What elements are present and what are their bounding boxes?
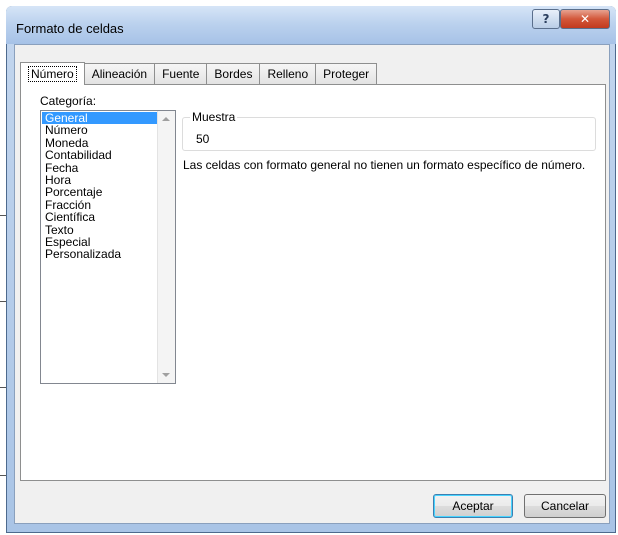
category-item-porcentaje[interactable]: Porcentaje <box>42 186 158 199</box>
format-description: Las celdas con formato general no tienen… <box>183 158 586 172</box>
tab-relleno[interactable]: Relleno <box>259 63 317 84</box>
help-button[interactable]: ? <box>532 9 560 29</box>
tab-numero[interactable]: Número <box>20 62 85 85</box>
tab-alineacion[interactable]: Alineación <box>83 63 156 84</box>
close-icon: ✕ <box>579 12 591 26</box>
category-list: General Número Moneda Contabilidad Fecha… <box>42 112 158 261</box>
cancel-button[interactable]: Cancelar <box>524 494 606 518</box>
tab-proteger[interactable]: Proteger <box>315 63 378 84</box>
ok-button[interactable]: Aceptar <box>433 494 513 518</box>
tab-bordes[interactable]: Bordes <box>206 63 261 84</box>
category-scrollbar[interactable] <box>157 111 175 383</box>
tab-fuente[interactable]: Fuente <box>154 63 208 84</box>
category-label: Categoría: <box>40 94 97 108</box>
dialog-title: Formato de celdas <box>16 21 124 36</box>
sample-value: 50 <box>196 132 210 146</box>
sample-groupbox <box>182 117 596 151</box>
scroll-up-icon[interactable] <box>162 117 170 121</box>
tab-strip: Número Alineación Fuente Bordes Relleno … <box>20 62 378 85</box>
scroll-down-icon[interactable] <box>162 373 170 377</box>
sample-label: Muestra <box>190 110 238 124</box>
category-item-cientifica[interactable]: Científica <box>42 211 158 224</box>
category-item-personalizada[interactable]: Personalizada <box>42 248 158 261</box>
category-item-numero[interactable]: Número <box>42 124 158 137</box>
category-listbox[interactable]: General Número Moneda Contabilidad Fecha… <box>40 110 176 384</box>
category-item-contabilidad[interactable]: Contabilidad <box>42 149 158 162</box>
close-button[interactable]: ✕ <box>560 9 610 29</box>
